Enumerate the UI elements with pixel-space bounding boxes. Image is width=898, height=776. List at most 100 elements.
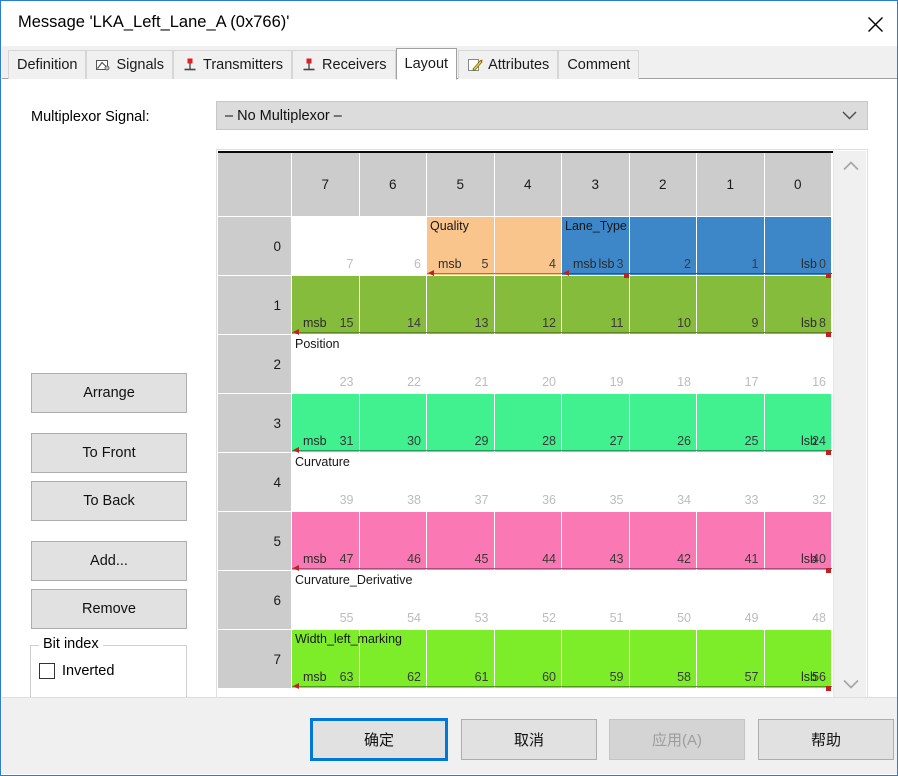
bit-number: 46 [407, 552, 421, 566]
bit-number: 35 [609, 493, 624, 507]
tab-transmitters[interactable]: Transmitters [173, 50, 293, 79]
column-header-bit-5[interactable]: 5 [427, 153, 495, 217]
row-header-4[interactable]: 4 [218, 453, 292, 512]
bit-number: 28 [542, 434, 556, 448]
layout-tab-panel: Multiplexor Signal: – No Multiplexor – A… [2, 79, 897, 699]
bit-number: 61 [474, 670, 489, 684]
lsb-end-marker [826, 273, 831, 278]
column-header-bit-7[interactable]: 7 [292, 153, 360, 217]
vertical-scrollbar[interactable] [833, 151, 866, 699]
dialog-button-bar: 确定 取消 应用(A) 帮助 [2, 697, 897, 774]
tab-label: Receivers [322, 57, 387, 73]
inverted-checkbox-row[interactable]: Inverted [39, 663, 114, 679]
inverted-checkbox[interactable] [39, 663, 55, 679]
bit-number: 38 [407, 493, 421, 507]
signal-name-label[interactable]: Curvature_Derivative [295, 573, 412, 587]
row-header-5[interactable]: 5 [218, 512, 292, 571]
bit-layout-grid[interactable]: 7 6 5 4 3 2 1 0 0 1 2 3 4 5 6 7 7 6 5 4 3 2 1 0 15 14 13 12 11 10 9 8 23… [218, 151, 834, 699]
chevron-up-icon[interactable] [834, 151, 867, 181]
bit-number: 21 [474, 375, 489, 389]
multiplexor-select[interactable]: – No Multiplexor – [216, 101, 868, 130]
chevron-down-icon [842, 107, 857, 125]
signal-extent-line [292, 450, 832, 451]
tab-signals[interactable]: Signals [86, 50, 174, 79]
bit-number: 23 [339, 375, 354, 389]
row-header-2[interactable]: 2 [218, 335, 292, 394]
row-header-7[interactable]: 7 [218, 630, 292, 689]
bit-number: 50 [677, 611, 691, 625]
tab-receivers[interactable]: Receivers [292, 50, 396, 79]
help-button[interactable]: 帮助 [758, 719, 894, 760]
tab-comment[interactable]: Comment [558, 50, 640, 79]
bit-number: 49 [744, 611, 759, 625]
bit-number: 2 [684, 257, 691, 271]
msb-arrow-icon [428, 270, 434, 276]
column-header-bit-3[interactable]: 3 [562, 153, 630, 217]
multiplexor-value: – No Multiplexor – [225, 107, 342, 124]
tab-bar: Definition Signals Transmitters Receivers La… [2, 46, 897, 80]
bit-number: 54 [407, 611, 421, 625]
tab-label: Comment [567, 57, 631, 73]
column-header-bit-0[interactable]: 0 [764, 153, 832, 217]
bit-number: 27 [609, 434, 624, 448]
bit-number: 32 [812, 493, 826, 507]
bit-number: 45 [474, 552, 489, 566]
to-back-button[interactable]: To Back [31, 481, 187, 521]
row-header-1[interactable]: 1 [218, 276, 292, 335]
bit-number: 42 [677, 552, 691, 566]
bit-number: 17 [744, 375, 759, 389]
node-icon [301, 57, 317, 73]
signal-name-label[interactable]: Position [295, 337, 339, 351]
bit-number: 51 [609, 611, 624, 625]
bit-number: 34 [677, 493, 691, 507]
signals-icon [95, 57, 111, 73]
row-header-0[interactable]: 0 [218, 217, 292, 276]
bit-number: 16 [812, 375, 826, 389]
signal-extent-line [292, 332, 832, 333]
to-front-button[interactable]: To Front [31, 433, 187, 473]
bit-number: 37 [474, 493, 489, 507]
chevron-down-icon[interactable] [834, 669, 867, 699]
signal-name-label[interactable]: Curvature [295, 455, 350, 469]
msb-tag: msb [303, 434, 327, 448]
bit-number: 19 [609, 375, 624, 389]
bit-number: 62 [407, 670, 421, 684]
row-header-3[interactable]: 3 [218, 394, 292, 453]
bit-number: 58 [677, 670, 691, 684]
ok-button[interactable]: 确定 [310, 718, 448, 761]
lsb-tag: lsb [598, 257, 615, 271]
bit-number: 25 [744, 434, 759, 448]
signal-name-label[interactable]: Width_left_marking [295, 632, 402, 646]
close-icon[interactable] [852, 2, 897, 46]
pencil-icon [467, 57, 483, 73]
add-button[interactable]: Add... [31, 541, 187, 581]
column-header-bit-4[interactable]: 4 [494, 153, 562, 217]
signal-name-label[interactable]: Lane_Type [565, 219, 627, 233]
signal-extent-line [292, 568, 832, 569]
title-bar: Message 'LKA_Left_Lane_A (0x766)' [2, 2, 897, 46]
column-header-bit-2[interactable]: 2 [629, 153, 697, 217]
lsb-end-marker [826, 686, 831, 691]
lsb-tag: lsb [801, 316, 817, 330]
signal-name-label[interactable]: Quality [430, 219, 469, 233]
msb-tag: msb [438, 257, 462, 271]
msb-arrow-icon [293, 565, 299, 571]
remove-button[interactable]: Remove [31, 589, 187, 629]
arrange-button[interactable]: Arrange [31, 373, 187, 413]
bit-number: 1 [751, 257, 759, 271]
tab-layout[interactable]: Layout [395, 48, 458, 80]
cancel-button[interactable]: 取消 [461, 719, 597, 760]
bit-number: 41 [744, 552, 759, 566]
row-header-6[interactable]: 6 [218, 571, 292, 630]
lsb-end-marker [826, 332, 831, 337]
lsb-tag: lsb [801, 434, 817, 448]
msb-tag: msb [303, 316, 327, 330]
column-header-bit-6[interactable]: 6 [359, 153, 427, 217]
tab-definition[interactable]: Definition [8, 50, 87, 79]
bit-number: 44 [542, 552, 556, 566]
tab-attributes[interactable]: Attributes [458, 50, 559, 79]
msb-arrow-icon [293, 447, 299, 453]
column-header-bit-1[interactable]: 1 [697, 153, 765, 217]
bit-number: 18 [677, 375, 691, 389]
node-icon [182, 57, 198, 73]
